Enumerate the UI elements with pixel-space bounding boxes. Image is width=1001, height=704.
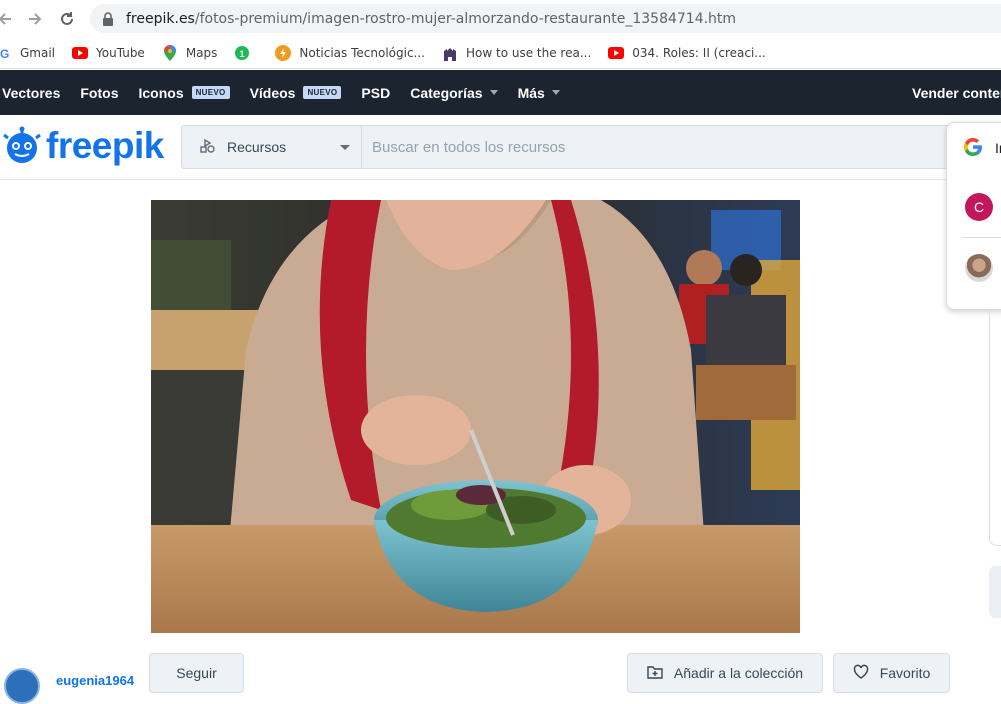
bookmark-youtube[interactable]: YouTube	[72, 45, 145, 61]
maps-icon	[162, 44, 178, 61]
heart-icon	[853, 664, 871, 682]
nav-mas[interactable]: Más	[518, 85, 560, 101]
nav-label: Categorías	[410, 84, 483, 101]
bookmark-label: How to use the rea...	[466, 45, 592, 60]
resources-icon	[200, 138, 218, 156]
new-badge: NUEVO	[191, 86, 230, 99]
account-avatar[interactable]: C	[965, 193, 993, 221]
add-to-collection-button[interactable]: Añadir a la colección	[627, 653, 823, 693]
account-photo-avatar[interactable]	[965, 254, 993, 282]
follow-label: Seguir	[176, 665, 217, 681]
nav-label: Más	[517, 84, 545, 101]
youtube-icon	[72, 45, 89, 61]
resource-type-select[interactable]: Recursos	[182, 126, 362, 168]
google-icon	[963, 137, 983, 157]
bookmark-green[interactable]: 1	[234, 45, 258, 61]
search-bar: Recursos	[181, 125, 1001, 169]
logo-text: freepik	[46, 125, 164, 166]
svg-text:1: 1	[240, 49, 245, 59]
nav-iconos[interactable]: Iconos NUEVO	[138, 84, 230, 101]
bookmark-noticias[interactable]: Noticias Tecnológic...	[275, 44, 425, 61]
search-input[interactable]	[362, 138, 942, 156]
new-badge: NUEVO	[303, 86, 342, 99]
nav-vectores[interactable]: Vectores	[2, 85, 60, 101]
freepik-logo[interactable]: freepik	[2, 125, 164, 167]
nav-fotos[interactable]: Fotos	[80, 85, 118, 101]
forward-arrow-icon[interactable]	[24, 8, 46, 30]
follow-button[interactable]: Seguir	[149, 653, 244, 693]
youtube-icon	[608, 45, 625, 61]
bookmark-label: 034. Roles: II (creaci...	[632, 45, 766, 60]
castle-icon	[442, 45, 458, 61]
add-collection-icon	[647, 664, 665, 682]
author-name[interactable]: eugenia1964	[56, 673, 134, 688]
add-collection-label: Añadir a la colección	[673, 665, 804, 681]
nav-label: Iconos	[138, 84, 184, 101]
bookmark-label: Noticias Tecnológic...	[299, 45, 425, 60]
nav-label: Vectores	[2, 84, 61, 101]
url-path: /fotos-premium/imagen-rostro-mujer-almor…	[194, 10, 737, 27]
chevron-down-icon	[340, 144, 351, 150]
bookmark-gmail[interactable]: G Gmail	[0, 45, 55, 61]
bookmark-how-to[interactable]: How to use the rea...	[442, 45, 591, 61]
nav-label: PSD	[361, 84, 391, 101]
google-account-popup: In C	[946, 122, 1001, 310]
chevron-down-icon	[551, 90, 560, 95]
favorite-button[interactable]: Favorito	[833, 653, 950, 693]
woman-eating-salad-image	[151, 200, 800, 633]
site-nav: Vectores Fotos Iconos NUEVO Vídeos NUEVO P…	[0, 70, 1001, 115]
site-header: freepik Recursos	[0, 115, 1001, 180]
address-bar[interactable]: freepik.es/fotos-premium/imagen-rostro-m…	[90, 4, 1001, 33]
popup-title: In	[995, 140, 1001, 156]
nav-psd[interactable]: PSD	[361, 85, 390, 101]
green-badge-icon: 1	[234, 45, 250, 61]
main-photo[interactable]	[151, 200, 800, 633]
lock-icon	[102, 11, 116, 26]
divider	[962, 237, 1001, 238]
gmail-icon: G	[0, 45, 12, 61]
bookmarks-bar: G Gmail YouTube Maps 1 Noticias Tecnológ…	[0, 37, 1001, 69]
sell-content-link[interactable]: Vender conter	[912, 85, 1001, 101]
favorite-label: Favorito	[879, 665, 931, 681]
bookmark-label: YouTube	[96, 45, 145, 60]
svg-text:G: G	[0, 47, 9, 60]
freepik-mascot-icon	[3, 126, 41, 163]
author-avatar[interactable]	[4, 668, 40, 704]
reload-icon[interactable]	[56, 8, 78, 30]
bookmark-label: Maps	[185, 45, 218, 60]
resource-select-value: Recursos	[227, 139, 287, 155]
browser-toolbar: freepik.es/fotos-premium/imagen-rostro-m…	[0, 0, 1001, 37]
bookmark-maps[interactable]: Maps	[162, 44, 218, 61]
nav-videos[interactable]: Vídeos NUEVO	[250, 85, 342, 101]
side-panel-edge	[989, 310, 1001, 546]
back-arrow-icon[interactable]	[0, 8, 16, 30]
bookmark-label: Gmail	[20, 45, 56, 60]
url-host: freepik.es	[126, 10, 195, 27]
side-tab[interactable]	[989, 566, 1001, 618]
nav-label: Fotos	[80, 84, 119, 101]
chevron-down-icon	[489, 90, 498, 95]
orange-bolt-icon	[275, 44, 292, 61]
nav-categorias[interactable]: Categorías	[410, 84, 498, 101]
nav-label: Vídeos	[249, 84, 296, 101]
bookmark-roles[interactable]: 034. Roles: II (creaci...	[608, 45, 766, 61]
